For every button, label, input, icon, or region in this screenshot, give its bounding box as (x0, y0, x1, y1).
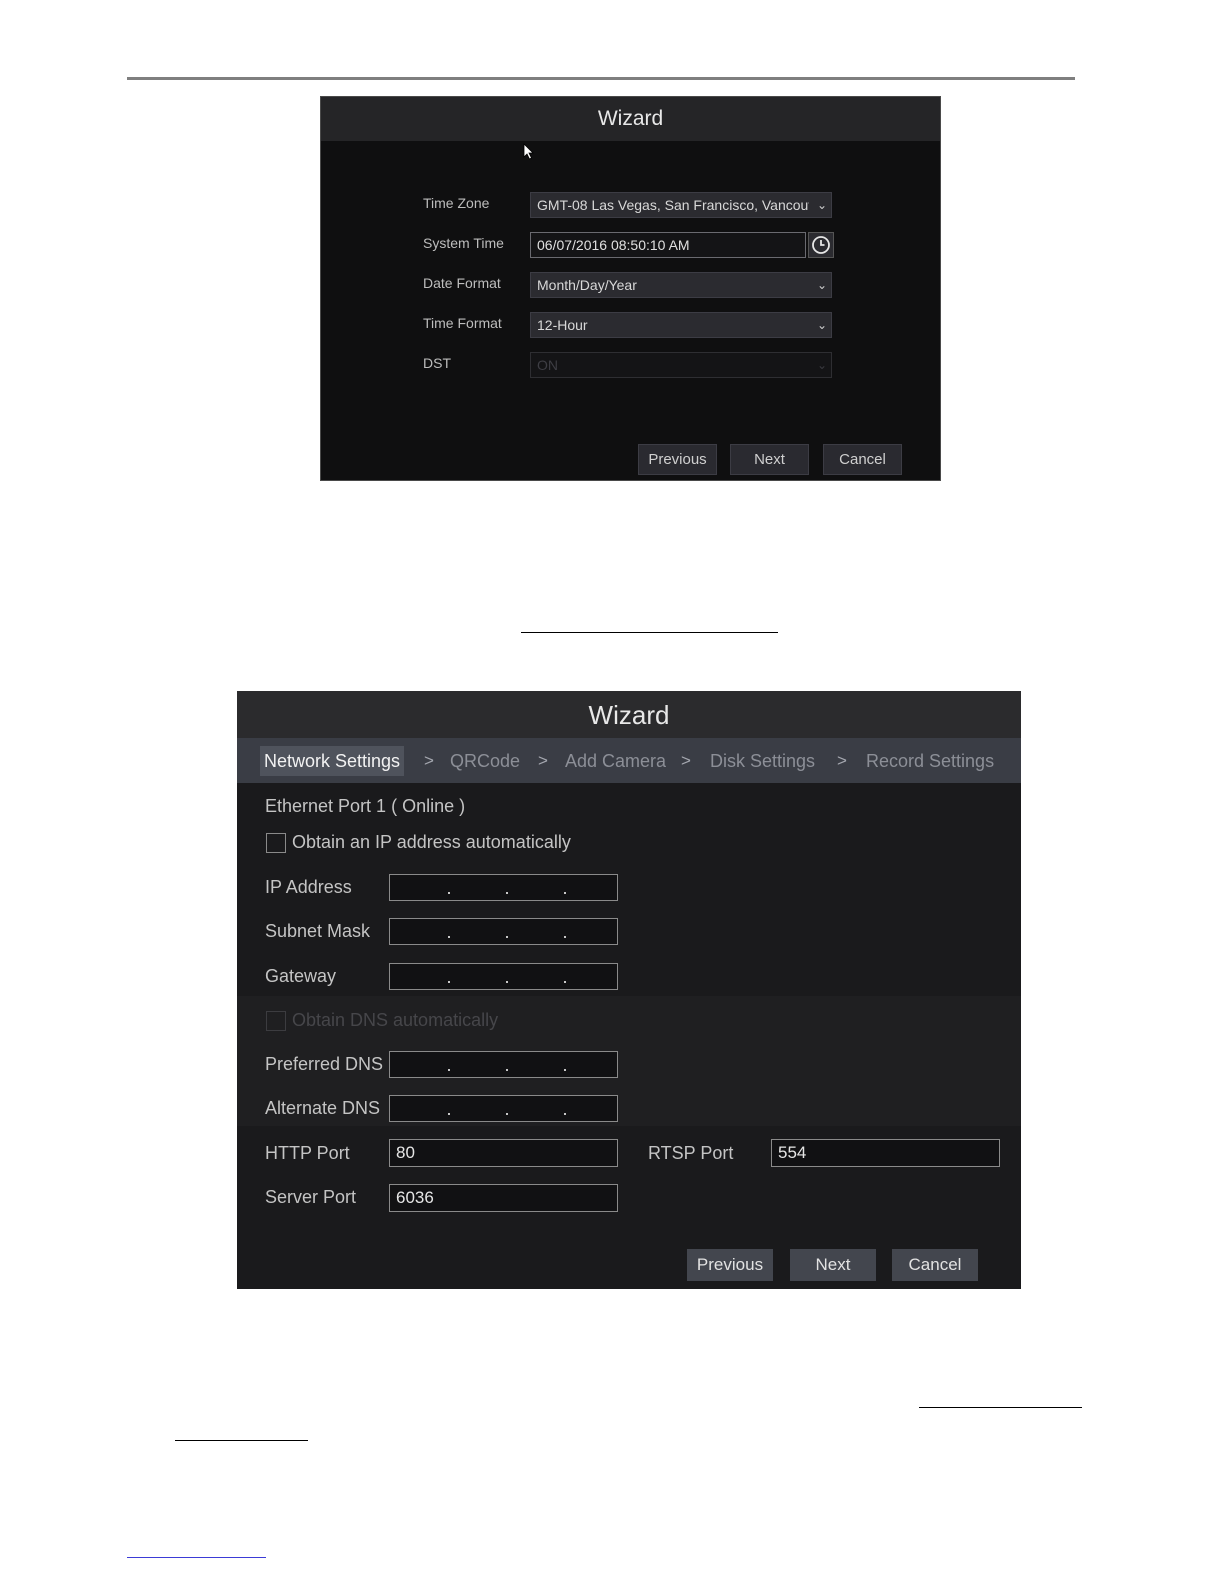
next-button[interactable]: Next (730, 444, 809, 475)
cancel-button[interactable]: Cancel (823, 444, 902, 475)
step-separator: > (837, 751, 847, 770)
text-underline (521, 632, 778, 633)
system-time-row: System Time 06/07/2016 08:50:10 AM (423, 232, 834, 258)
link-underline (127, 1557, 266, 1558)
wizard-steps-bar: Network Settings > QRCode > Add Camera >… (237, 738, 1021, 783)
server-port-label: Server Port (265, 1187, 357, 1207)
time-zone-select[interactable]: GMT-08 Las Vegas, San Francisco, Vancouv… (530, 192, 832, 218)
ip-address-label: IP Address (265, 877, 352, 897)
wizard-dialog-time-settings: Wizard Time Zone GMT-08 Las Vegas, San F… (320, 96, 941, 481)
previous-button[interactable]: Previous (638, 444, 717, 475)
step-separator: > (681, 751, 691, 770)
date-format-value: Month/Day/Year (537, 277, 637, 293)
wizard-title: Wizard (237, 691, 1021, 738)
alternate-dns-input[interactable] (389, 1095, 618, 1122)
mouse-pointer-icon (523, 143, 534, 160)
dst-row: DST ON ⌄ (423, 352, 833, 378)
step-record-settings[interactable]: Record Settings (866, 746, 994, 776)
subnet-mask-input[interactable] (389, 918, 618, 945)
date-format-row: Date Format Month/Day/Year ⌄ (423, 272, 833, 298)
chevron-down-icon: ⌄ (816, 198, 827, 212)
page-header-rule (127, 77, 1075, 80)
text-underline (175, 1440, 308, 1441)
clock-button[interactable] (808, 232, 834, 258)
time-zone-label: Time Zone (423, 195, 490, 211)
step-network-settings[interactable]: Network Settings (260, 746, 405, 776)
time-zone-value: GMT-08 Las Vegas, San Francisco, Vancouv… (537, 197, 809, 213)
chevron-down-icon: ⌄ (816, 318, 827, 332)
clock-icon (812, 236, 830, 254)
chevron-down-icon: ⌄ (816, 358, 827, 372)
next-button[interactable]: Next (790, 1249, 876, 1281)
http-port-label: HTTP Port (265, 1143, 350, 1163)
time-zone-row: Time Zone GMT-08 Las Vegas, San Francisc… (423, 192, 833, 218)
chevron-down-icon: ⌄ (816, 278, 827, 292)
rtsp-port-label: RTSP Port (648, 1143, 734, 1163)
preferred-dns-input[interactable] (389, 1051, 618, 1078)
text-underline (919, 1407, 1082, 1408)
step-separator: > (538, 751, 548, 770)
date-format-select[interactable]: Month/Day/Year ⌄ (530, 272, 832, 298)
time-format-select[interactable]: 12-Hour ⌄ (530, 312, 832, 338)
obtain-dns-label: Obtain DNS automatically (292, 1010, 499, 1030)
obtain-ip-label: Obtain an IP address automatically (292, 832, 571, 852)
dst-value: ON (537, 357, 558, 373)
time-format-label: Time Format (423, 315, 502, 331)
preferred-dns-label: Preferred DNS (265, 1054, 384, 1074)
server-port-input[interactable]: 6036 (389, 1184, 618, 1212)
wizard-dialog-network-settings: Wizard Network Settings > QRCode > Add C… (237, 691, 1021, 1289)
ethernet-port-title: Ethernet Port 1 ( Online ) (265, 796, 466, 816)
alternate-dns-label: Alternate DNS (265, 1098, 381, 1118)
system-time-label: System Time (423, 235, 504, 251)
gateway-input[interactable] (389, 963, 618, 990)
previous-button[interactable]: Previous (687, 1249, 773, 1281)
subnet-mask-label: Subnet Mask (265, 921, 371, 941)
time-format-value: 12-Hour (537, 317, 588, 333)
cancel-button[interactable]: Cancel (892, 1249, 978, 1281)
obtain-ip-checkbox[interactable] (266, 833, 286, 853)
gateway-label: Gateway (265, 966, 337, 986)
ip-address-input[interactable] (389, 874, 618, 901)
system-time-input[interactable]: 06/07/2016 08:50:10 AM (530, 232, 806, 258)
wizard-title: Wizard (321, 97, 940, 141)
rtsp-port-input[interactable]: 554 (771, 1139, 1000, 1167)
step-qrcode[interactable]: QRCode (450, 746, 520, 776)
obtain-dns-checkbox (266, 1011, 286, 1031)
step-disk-settings[interactable]: Disk Settings (710, 746, 815, 776)
dst-select: ON ⌄ (530, 352, 832, 378)
step-separator: > (424, 751, 434, 770)
dst-label: DST (423, 355, 451, 371)
time-format-row: Time Format 12-Hour ⌄ (423, 312, 833, 338)
http-port-input[interactable]: 80 (389, 1139, 618, 1167)
date-format-label: Date Format (423, 275, 501, 291)
step-add-camera[interactable]: Add Camera (565, 746, 666, 776)
